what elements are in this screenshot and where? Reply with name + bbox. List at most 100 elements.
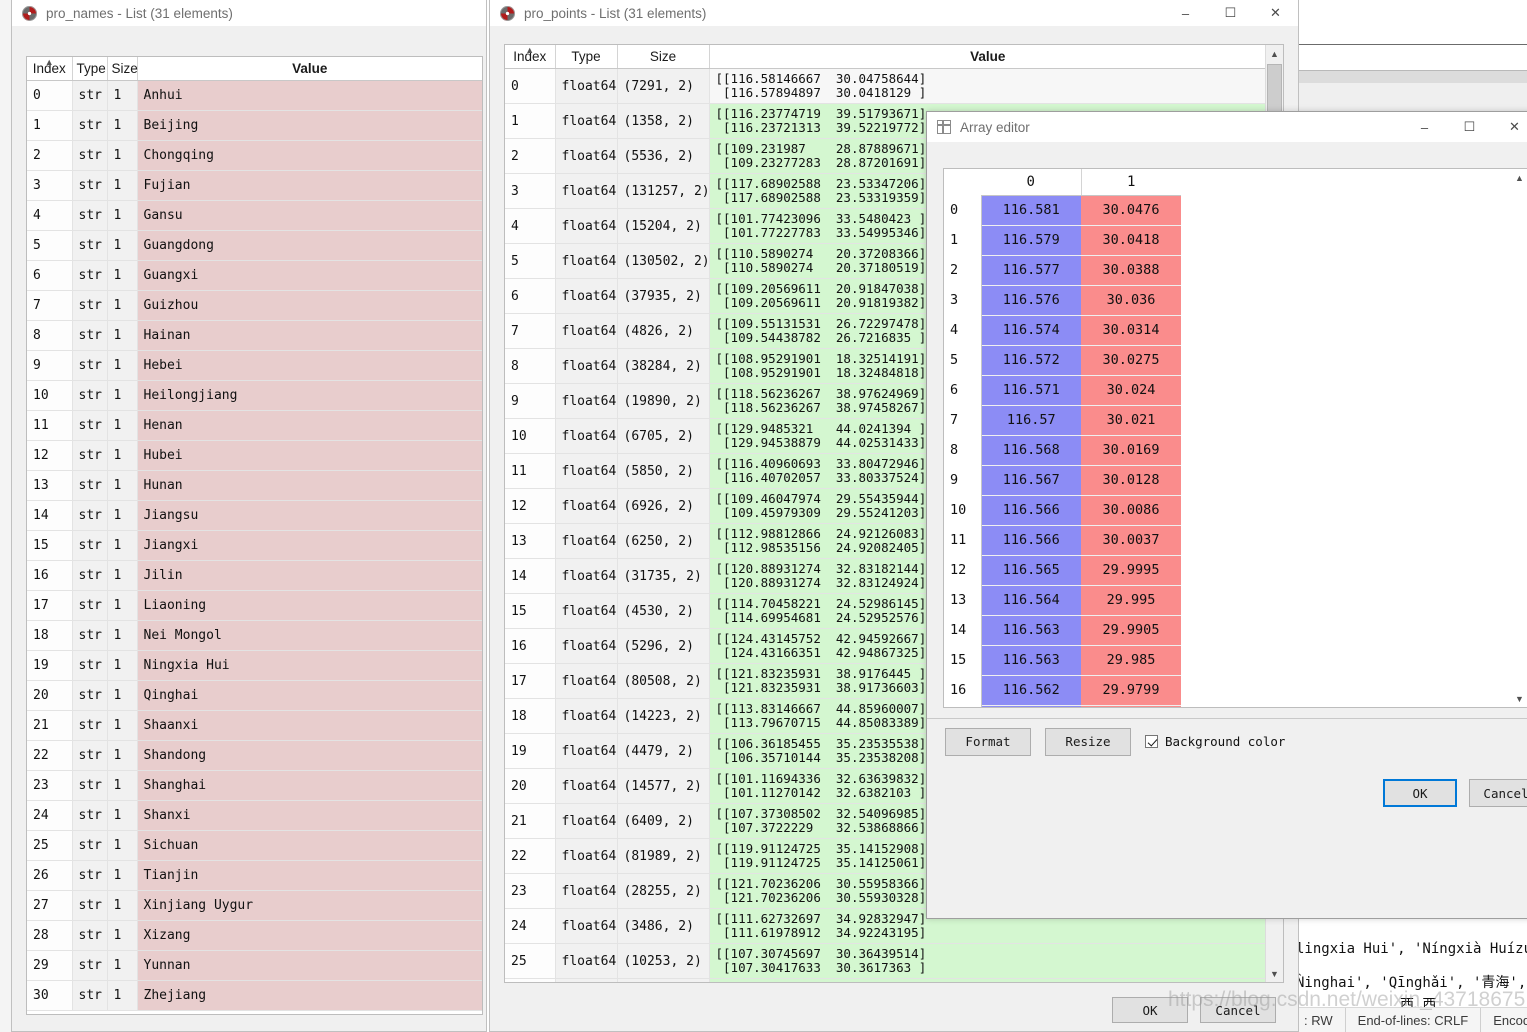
array-row[interactable]: 5 116.572 30.0275 [944, 345, 1181, 376]
cell-value[interactable]: Henan [137, 410, 482, 441]
cell-size[interactable]: 1 [107, 200, 138, 231]
scroll-down-icon[interactable]: ▼ [1511, 690, 1527, 707]
cell-value[interactable]: [[117.15065002 38.61214828] [117.1483612… [709, 978, 1266, 982]
table-row[interactable]: 0 str 1 Anhui [27, 80, 482, 111]
array-cell-col1[interactable]: 30.0476 [1081, 195, 1181, 226]
array-row[interactable]: 17116.56129.976 [944, 705, 1181, 707]
cell-size[interactable]: 1 [107, 890, 138, 921]
cell-index[interactable]: 18 [27, 620, 73, 651]
table-row[interactable]: 17 str 1 Liaoning [27, 590, 482, 621]
cell-index[interactable]: 12 [505, 488, 556, 524]
array-cell-col0[interactable]: 116.561 [981, 705, 1081, 707]
table-row[interactable]: 11 str 1 Henan [27, 410, 482, 441]
cell-index[interactable]: 28 [27, 920, 73, 951]
table-row[interactable]: 2 str 1 Chongqing [27, 140, 482, 171]
cell-index[interactable]: 27 [27, 890, 73, 921]
cell-index[interactable]: 9 [27, 350, 73, 381]
maximize-button[interactable]: ☐ [1447, 114, 1492, 140]
table-row[interactable]: 18 str 1 Nei Mongol [27, 620, 482, 651]
cell-size[interactable]: 1 [107, 530, 138, 561]
cell-value[interactable]: Liaoning [137, 590, 482, 621]
table-row[interactable]: 8 str 1 Hainan [27, 320, 482, 351]
cell-type[interactable]: str [72, 110, 108, 141]
cell-value[interactable]: [[107.30745697 30.36439514] [107.3041763… [709, 943, 1266, 979]
cell-size[interactable]: 1 [107, 800, 138, 831]
cell-size[interactable]: 1 [107, 290, 138, 321]
cell-index[interactable]: 4 [27, 200, 73, 231]
array-cell-col0[interactable]: 116.564 [981, 585, 1081, 616]
cell-value[interactable]: Qinghai [137, 680, 482, 711]
array-cell-col0[interactable]: 116.565 [981, 555, 1081, 586]
cell-index[interactable]: 0 [505, 68, 556, 104]
table-row[interactable]: 9 str 1 Hebei [27, 350, 482, 381]
cell-index[interactable]: 16 [27, 560, 73, 591]
array-cell-col1[interactable]: 30.0086 [1081, 495, 1181, 526]
cell-index[interactable]: 19 [505, 733, 556, 769]
table-row[interactable]: 25 str 1 Sichuan [27, 830, 482, 861]
array-cell-col1[interactable]: 30.036 [1081, 285, 1181, 316]
cell-type[interactable]: float64 [555, 873, 618, 909]
cell-type[interactable]: float64 [555, 593, 618, 629]
cell-value[interactable]: Anhui [137, 80, 482, 111]
cell-value[interactable]: Shandong [137, 740, 482, 771]
cell-index[interactable]: 11 [505, 453, 556, 489]
pro-points-titlebar[interactable]: pro_points - List (31 elements) – ☐ ✕ [490, 0, 1298, 26]
cell-value[interactable]: Beijing [137, 110, 482, 141]
array-cell-col0[interactable]: 116.563 [981, 645, 1081, 676]
table-row[interactable]: 20 str 1 Qinghai [27, 680, 482, 711]
cell-type[interactable]: str [72, 980, 108, 1011]
cell-size[interactable]: 1 [107, 140, 138, 171]
table-row[interactable]: 3 str 1 Fujian [27, 170, 482, 201]
cell-value[interactable]: Shanxi [137, 800, 482, 831]
cell-type[interactable]: float64 [555, 138, 618, 174]
array-cell-col1[interactable]: 30.0388 [1081, 255, 1181, 286]
array-cell-col1[interactable]: 30.021 [1081, 405, 1181, 436]
cell-type[interactable]: float64 [555, 768, 618, 804]
cell-size[interactable]: 1 [107, 920, 138, 951]
array-row[interactable]: 3 116.576 30.036 [944, 285, 1181, 316]
cell-value[interactable]: Hunan [137, 470, 482, 501]
array-editor-dialog[interactable]: Array editor – ☐ ✕ 0 1 0 116.581 30.0476… [926, 111, 1527, 919]
cell-index[interactable]: 6 [27, 260, 73, 291]
cell-size[interactable]: 1 [107, 680, 138, 711]
cell-size[interactable]: 1 [107, 380, 138, 411]
array-row-header[interactable]: 12 [944, 555, 982, 585]
cell-size[interactable]: (3486, 2) [617, 908, 710, 944]
cell-type[interactable]: float64 [555, 313, 618, 349]
cell-index[interactable]: 15 [27, 530, 73, 561]
array-cell-col1[interactable]: 30.0275 [1081, 345, 1181, 376]
cell-index[interactable]: 3 [505, 173, 556, 209]
minimize-button[interactable]: – [1402, 114, 1447, 140]
array-cell-col1[interactable]: 29.9905 [1081, 615, 1181, 646]
array-cell-col0[interactable]: 116.566 [981, 495, 1081, 526]
table-row[interactable]: 25 float64 (10253, 2) [[107.30745697 30.364… [505, 943, 1266, 979]
array-row[interactable]: 9 116.567 30.0128 [944, 465, 1181, 496]
array-cell-col1[interactable]: 29.9799 [1081, 675, 1181, 706]
cell-size[interactable]: (37935, 2) [617, 278, 710, 314]
cell-type[interactable]: float64 [555, 733, 618, 769]
cell-size[interactable]: 1 [107, 620, 138, 651]
cell-size[interactable]: 1 [107, 650, 138, 681]
cell-index[interactable]: 4 [505, 208, 556, 244]
cell-size[interactable]: (80508, 2) [617, 663, 710, 699]
cell-size[interactable]: (6250, 2) [617, 523, 710, 559]
cell-index[interactable]: 9 [505, 383, 556, 419]
pro-names-titlebar[interactable]: pro_names - List (31 elements) [12, 0, 486, 26]
array-cell-col0[interactable]: 116.577 [981, 255, 1081, 286]
array-column-header-0[interactable]: 0 [981, 169, 1082, 196]
cell-index[interactable]: 17 [27, 590, 73, 621]
table-row[interactable]: 7 str 1 Guizhou [27, 290, 482, 321]
array-cell-col1[interactable]: 30.0037 [1081, 525, 1181, 556]
array-row[interactable]: 11 116.566 30.0037 [944, 525, 1181, 556]
array-row[interactable]: 0 116.581 30.0476 [944, 195, 1181, 226]
cell-type[interactable]: str [72, 200, 108, 231]
cell-size[interactable]: (5296, 2) [617, 628, 710, 664]
cell-index[interactable]: 8 [505, 348, 556, 384]
cell-index[interactable]: 2 [505, 138, 556, 174]
cell-value[interactable]: Gansu [137, 200, 482, 231]
cell-size[interactable]: (14223, 2) [617, 698, 710, 734]
table-row[interactable]: 23 str 1 Shanghai [27, 770, 482, 801]
table-row[interactable]: 26float64(3984, 2)[[117.15065002 38.6121… [505, 978, 1266, 982]
cell-type[interactable]: str [72, 800, 108, 831]
background-color-checkbox-wrap[interactable]: Background color [1145, 734, 1285, 749]
